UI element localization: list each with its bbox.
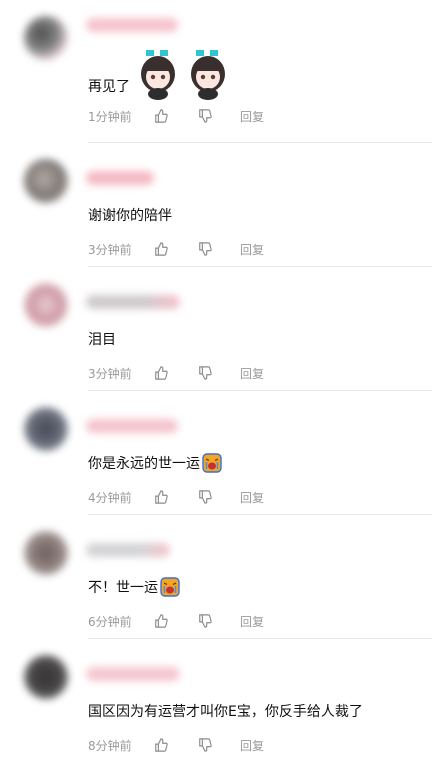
thumbs-down-icon[interactable] (196, 488, 214, 506)
timestamp: 4分钟前 (88, 490, 132, 505)
username[interactable] (86, 667, 180, 681)
timestamp: 6分钟前 (88, 614, 132, 629)
comment-meta: 6分钟前 回复 (88, 612, 264, 630)
reply-button[interactable]: 回复 (240, 108, 264, 125)
thumbs-down-icon[interactable] (196, 107, 214, 125)
comment-item: 不！世一运 6分钟前 回复 (0, 515, 432, 639)
comment-meta: 1分钟前 回复 (88, 107, 264, 125)
comment-item: 泪目 3分钟前 回复 (0, 267, 432, 391)
avatar[interactable] (24, 159, 68, 203)
avatar[interactable] (24, 655, 68, 699)
thumbs-up-icon[interactable] (152, 736, 170, 754)
avatar[interactable] (24, 531, 68, 575)
username[interactable] (86, 419, 178, 433)
timestamp: 1分钟前 (88, 109, 132, 124)
thumbs-up-icon[interactable] (152, 488, 170, 506)
comment-text: 你是永远的世一运 (88, 453, 222, 475)
reply-button[interactable]: 回复 (240, 365, 264, 382)
thumbs-down-icon[interactable] (196, 240, 214, 258)
reply-button[interactable]: 回复 (240, 241, 264, 258)
thumbs-down-icon[interactable] (196, 612, 214, 630)
crying-face-emoji (160, 577, 180, 597)
thumbs-up-icon[interactable] (152, 240, 170, 258)
reply-button[interactable]: 回复 (240, 737, 264, 754)
chibi-girl-sticker (191, 50, 225, 100)
thumbs-down-icon[interactable] (196, 364, 214, 382)
username[interactable] (86, 171, 154, 185)
comment-text: 不！世一运 (88, 577, 180, 599)
comment-text: 国区因为有运营才叫你E宝，你反手给人裁了 (88, 704, 363, 720)
reply-button[interactable]: 回复 (240, 613, 264, 630)
timestamp: 3分钟前 (88, 366, 132, 381)
comment-text-content: 不！世一运 (88, 580, 158, 596)
username[interactable] (86, 543, 170, 557)
username[interactable] (86, 18, 178, 32)
comment-meta: 3分钟前 回复 (88, 240, 264, 258)
avatar[interactable] (24, 407, 68, 451)
chibi-girl-sticker (141, 50, 175, 100)
comment-text-content: 你是永远的世一运 (88, 456, 200, 472)
comment-item: 再见了 1分钟前 回复 (0, 0, 432, 143)
thumbs-up-icon[interactable] (152, 612, 170, 630)
thumbs-up-icon[interactable] (152, 107, 170, 125)
timestamp: 8分钟前 (88, 738, 132, 753)
comment-item: 国区因为有运营才叫你E宝，你反手给人裁了 8分钟前 回复 (0, 639, 432, 763)
comment-text: 泪目 (88, 332, 116, 348)
comment-meta: 8分钟前 回复 (88, 736, 264, 754)
comment-text: 再见了 (88, 79, 130, 95)
comment-meta: 4分钟前 回复 (88, 488, 264, 506)
thumbs-down-icon[interactable] (196, 736, 214, 754)
avatar[interactable] (24, 16, 68, 60)
timestamp: 3分钟前 (88, 242, 132, 257)
username[interactable] (86, 295, 180, 309)
comment-meta: 3分钟前 回复 (88, 364, 264, 382)
reply-button[interactable]: 回复 (240, 489, 264, 506)
comment-item: 谢谢你的陪伴 3分钟前 回复 (0, 143, 432, 267)
comment-item: 你是永远的世一运 4分钟前 回复 (0, 391, 432, 515)
thumbs-up-icon[interactable] (152, 364, 170, 382)
crying-face-emoji (202, 453, 222, 473)
avatar[interactable] (24, 283, 68, 327)
comment-text: 谢谢你的陪伴 (88, 208, 172, 224)
